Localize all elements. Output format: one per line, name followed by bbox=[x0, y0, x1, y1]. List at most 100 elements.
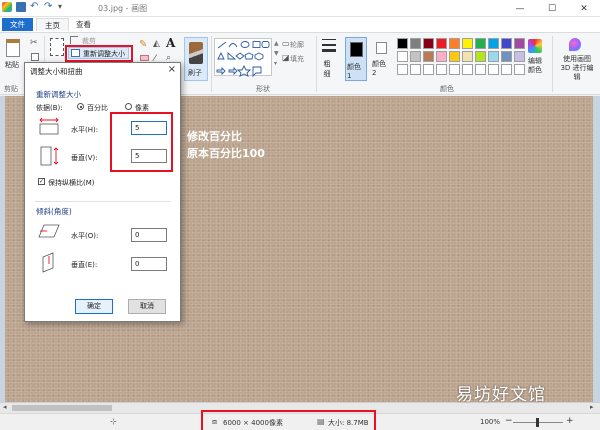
brushes-button[interactable]: 刷子 bbox=[184, 37, 208, 81]
skew-vertical-input[interactable] bbox=[131, 257, 167, 271]
paste-icon[interactable] bbox=[6, 39, 20, 57]
brushes-label: 刷子 bbox=[188, 69, 202, 77]
palette-swatch[interactable] bbox=[514, 38, 525, 49]
ribbon-tabs: 文件 主页 查看 bbox=[0, 17, 600, 32]
undo-icon[interactable]: ↶ bbox=[30, 2, 40, 12]
zoom-out-button[interactable]: − bbox=[505, 416, 513, 426]
shapes-gallery[interactable] bbox=[214, 38, 272, 78]
text-icon[interactable]: A bbox=[166, 36, 175, 50]
quick-access-toolbar: ↶ ↷ ▾ bbox=[2, 2, 66, 12]
size-icon[interactable] bbox=[322, 39, 336, 55]
edit-colors-label[interactable]: 编辑颜色 bbox=[528, 57, 544, 75]
palette-swatch[interactable] bbox=[436, 64, 447, 75]
palette-swatch[interactable] bbox=[436, 51, 447, 62]
cursor-position-icon: ⊹ bbox=[110, 417, 117, 426]
colors-group-label: 颜色 bbox=[440, 85, 454, 93]
cut-icon[interactable]: ✂ bbox=[30, 38, 38, 48]
close-button[interactable]: ✕ bbox=[568, 0, 600, 17]
title-bar: ↶ ↷ ▾ 03.jpg - 画图 — ☐ ✕ bbox=[0, 0, 600, 17]
redo-icon[interactable]: ↷ bbox=[44, 2, 54, 12]
eraser-icon[interactable] bbox=[140, 55, 149, 61]
fill-shape-icon[interactable]: ◪ bbox=[282, 53, 290, 62]
save-icon[interactable] bbox=[16, 2, 26, 12]
shapes-group-label: 形状 bbox=[256, 85, 270, 93]
palette-swatch[interactable] bbox=[410, 38, 421, 49]
minimize-button[interactable]: — bbox=[504, 0, 536, 17]
palette-swatch[interactable] bbox=[475, 38, 486, 49]
skew-heading: 倾斜(角度) bbox=[36, 207, 72, 216]
palette-swatch[interactable] bbox=[410, 51, 421, 62]
fill-label[interactable]: 填充 bbox=[290, 54, 304, 64]
color2-button[interactable]: 颜色 2 bbox=[372, 38, 392, 80]
cancel-button[interactable]: 取消 bbox=[128, 299, 166, 314]
color1-button[interactable]: 颜色 1 bbox=[345, 37, 367, 81]
palette-swatch[interactable] bbox=[462, 64, 473, 75]
palette-swatch[interactable] bbox=[423, 51, 434, 62]
palette-swatch[interactable] bbox=[423, 64, 434, 75]
tab-home[interactable]: 主页 bbox=[36, 18, 69, 31]
palette-swatch[interactable] bbox=[449, 51, 460, 62]
palette-swatch[interactable] bbox=[488, 51, 499, 62]
paint3d-label[interactable]: 使用画图 3D 进行编辑 bbox=[557, 55, 597, 82]
copy-icon[interactable] bbox=[31, 53, 39, 61]
palette-swatch[interactable] bbox=[436, 38, 447, 49]
palette-swatch[interactable] bbox=[475, 64, 486, 75]
keep-ratio-checkbox[interactable]: ✓ bbox=[38, 178, 45, 185]
palette-swatch[interactable] bbox=[462, 38, 473, 49]
palette-swatch[interactable] bbox=[397, 51, 408, 62]
outline-label[interactable]: 轮廓 bbox=[290, 40, 304, 50]
keep-ratio-label[interactable]: 保持纵横比(M) bbox=[48, 178, 95, 188]
paint-app-icon[interactable] bbox=[2, 2, 12, 12]
skew-horizontal-input[interactable] bbox=[131, 228, 167, 242]
palette-swatch[interactable] bbox=[514, 51, 525, 62]
palette-swatch[interactable] bbox=[501, 38, 512, 49]
maximize-button[interactable]: ☐ bbox=[536, 0, 568, 17]
palette-swatch[interactable] bbox=[397, 38, 408, 49]
shapes-scroll-icon[interactable]: ▲ ▼ ▾ bbox=[274, 39, 279, 69]
scroll-right-icon[interactable]: ▸ bbox=[590, 403, 594, 411]
palette-swatch[interactable] bbox=[501, 64, 512, 75]
palette-swatch[interactable] bbox=[462, 51, 473, 62]
scrollbar-thumb[interactable] bbox=[12, 405, 112, 411]
percent-radio[interactable] bbox=[77, 103, 84, 110]
status-highlight-box bbox=[201, 410, 376, 430]
color2-swatch bbox=[376, 42, 387, 54]
ok-button[interactable]: 确定 bbox=[75, 299, 113, 314]
inputs-highlight-box bbox=[110, 112, 173, 172]
scroll-left-icon[interactable]: ◂ bbox=[3, 403, 7, 411]
by-label: 依据(B): bbox=[36, 104, 63, 112]
palette-swatch[interactable] bbox=[488, 38, 499, 49]
status-bar: ⊹ ⧈ 6000 × 4000像素 ▤ 大小: 8.7MB 100% − + bbox=[0, 410, 600, 430]
skew-horizontal-icon bbox=[38, 224, 60, 238]
pixels-radio[interactable] bbox=[125, 103, 132, 110]
horizontal-resize-icon bbox=[39, 117, 59, 135]
select-icon[interactable] bbox=[50, 38, 64, 56]
palette-swatch[interactable] bbox=[423, 38, 434, 49]
paste-button-label[interactable]: 粘贴 bbox=[5, 60, 19, 70]
palette-swatch[interactable] bbox=[514, 64, 525, 75]
customize-toolbar-icon[interactable]: ▾ bbox=[58, 2, 66, 12]
window-title: 03.jpg - 画图 bbox=[98, 4, 148, 13]
skew-horizontal-label: 水平(O): bbox=[71, 232, 99, 240]
crop-icon[interactable] bbox=[70, 36, 78, 44]
palette-swatch[interactable] bbox=[449, 64, 460, 75]
palette-swatch[interactable] bbox=[488, 64, 499, 75]
palette-swatch[interactable] bbox=[410, 64, 421, 75]
fill-icon[interactable]: ◭ bbox=[153, 39, 160, 49]
edit-colors-icon[interactable] bbox=[528, 39, 542, 53]
palette-swatch[interactable] bbox=[501, 51, 512, 62]
palette-swatch[interactable] bbox=[397, 64, 408, 75]
percent-radio-label[interactable]: 百分比 bbox=[87, 103, 108, 113]
tab-view[interactable]: 查看 bbox=[68, 18, 99, 31]
dialog-close-button[interactable]: × bbox=[168, 64, 176, 75]
pencil-icon[interactable]: ✎ bbox=[139, 39, 147, 50]
zoom-slider-thumb[interactable] bbox=[536, 418, 539, 427]
annotation-line-1: 修改百分比 bbox=[187, 130, 242, 143]
tab-file[interactable]: 文件 bbox=[2, 18, 33, 31]
zoom-in-button[interactable]: + bbox=[566, 416, 574, 426]
paint3d-icon[interactable] bbox=[569, 38, 581, 51]
palette-swatch[interactable] bbox=[475, 51, 486, 62]
size-label[interactable]: 粗细 bbox=[321, 59, 333, 79]
palette-swatch[interactable] bbox=[449, 38, 460, 49]
outline-icon[interactable]: ▭ bbox=[282, 39, 290, 48]
